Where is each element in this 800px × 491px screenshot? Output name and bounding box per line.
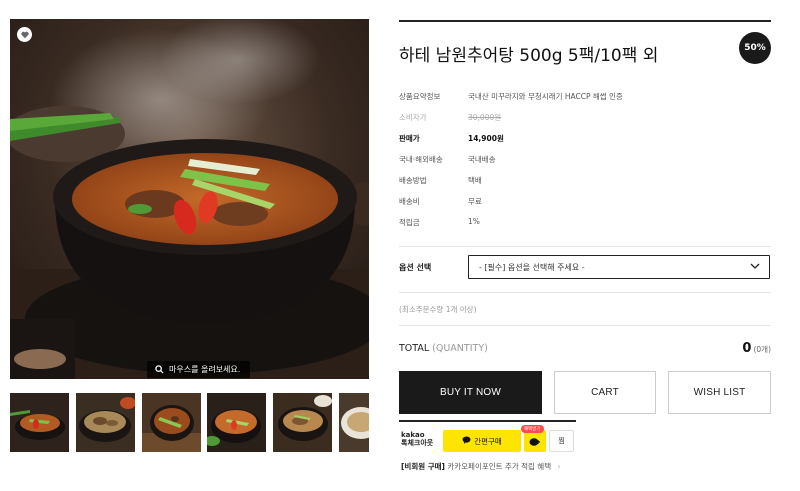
spec-label: 판매가: [399, 134, 420, 143]
chat-bubble-icon: [462, 436, 471, 446]
spec-label: 소비자가: [399, 113, 427, 122]
kakao-zzim-button[interactable]: 찜: [549, 430, 574, 452]
total-label-sub: (QUANTITY): [432, 343, 488, 354]
spec-value: 무료: [468, 197, 482, 206]
thumbnail-4[interactable]: [207, 393, 266, 452]
spec-value: 국내배송: [468, 155, 496, 164]
thumbnail-2[interactable]: [76, 393, 135, 452]
total-value: 0 (0개): [742, 341, 771, 356]
spec-row-shipping-fee: 배송비 무료: [399, 196, 771, 217]
spec-value: 국내산 미꾸라지와 무청시래기 HACCP 해썹 인증: [468, 92, 623, 101]
zoom-hint: 마우스를 올려보세요.: [147, 361, 251, 378]
total-label: TOTAL (QUANTITY): [399, 343, 488, 354]
main-product-image[interactable]: 마우스를 올려보세요.: [10, 19, 369, 379]
kakao-checkout-logo: kakao 톡체크아웃: [401, 431, 433, 447]
product-info: 하테 남원추어탕 500g 5팩/10팩 외 50% 상품요약정보 국내산 미꾸…: [399, 20, 771, 471]
kakao-pay-label: 간편구매: [474, 436, 502, 446]
sale-price: 14,900원: [468, 134, 504, 143]
benefit-badge: 혜택받기: [521, 425, 544, 433]
option-label: 옵션 선택: [399, 263, 432, 272]
kakao-logo-line2: 톡체크아웃: [401, 439, 434, 447]
kakao-checkout: kakao 톡체크아웃 간편구매 혜택받기 찜: [399, 420, 576, 454]
divider: [399, 246, 771, 247]
spec-label: 국내·해외배송: [399, 155, 443, 164]
thumbnail-strip: [10, 393, 369, 452]
thumbnail-3[interactable]: [142, 393, 201, 452]
wish-list-button[interactable]: WISH LIST: [668, 371, 771, 414]
discount-badge: 50%: [739, 32, 771, 64]
kakao-pay-button[interactable]: 간편구매: [443, 430, 521, 452]
product-spec-list: 상품요약정보 국내산 미꾸라지와 무청시래기 HACCP 해썹 인증 소비자가 …: [399, 91, 771, 238]
spec-row-shipping-method: 배송방법 택배: [399, 175, 771, 196]
stew-photo: [10, 19, 369, 379]
cart-button[interactable]: CART: [554, 371, 656, 414]
kakao-add-channel-button[interactable]: [524, 430, 546, 452]
heart-icon[interactable]: [17, 27, 32, 42]
chevron-right-icon: ›: [557, 462, 561, 471]
divider: [399, 325, 771, 326]
spec-row-shipping-region: 국내·해외배송 국내배송: [399, 154, 771, 175]
chat-plus-icon: [529, 432, 541, 451]
spec-row-points: 적립금 1%: [399, 217, 771, 238]
chevron-down-icon: [750, 263, 760, 272]
top-divider: [399, 20, 771, 22]
kakao-guest-note[interactable]: [비회원 구매] 카카오페이포인트 추가 적립 혜택 ›: [401, 461, 561, 472]
spec-label: 배송방법: [399, 176, 427, 185]
spec-row-consumer-price: 소비자가 30,000원: [399, 112, 771, 133]
spec-value: 택배: [468, 176, 482, 185]
thumbnail-1[interactable]: [10, 393, 69, 452]
thumbnail-6[interactable]: [339, 393, 369, 452]
kakao-note-text: 카카오페이포인트 추가 적립 혜택: [447, 462, 552, 471]
spec-label: 상품요약정보: [399, 92, 441, 101]
total-quantity: (0개): [753, 345, 771, 354]
thumbnail-5[interactable]: [273, 393, 332, 452]
zoom-hint-text: 마우스를 올려보세요.: [169, 365, 241, 374]
spec-label: 배송비: [399, 197, 420, 206]
spec-label: 적립금: [399, 218, 420, 227]
spec-row-sale-price: 판매가 14,900원: [399, 133, 771, 154]
spec-value: 1%: [468, 217, 480, 226]
kakao-logo-line1: kakao: [401, 431, 425, 439]
product-title: 하테 남원추어탕 500g 5팩/10팩 외: [399, 46, 659, 66]
option-select[interactable]: - [필수] 옵션을 선택해 주세요 -: [468, 255, 770, 279]
min-order-note: (최소주문수량 1개 이상): [399, 305, 477, 314]
total-amount: 0: [742, 341, 752, 356]
buy-now-button[interactable]: BUY IT NOW: [399, 371, 542, 414]
total-label-text: TOTAL: [399, 343, 430, 354]
magnifier-icon: [155, 365, 164, 374]
divider: [399, 292, 771, 293]
kakao-note-tag: [비회원 구매]: [401, 462, 445, 471]
spec-row-summary: 상품요약정보 국내산 미꾸라지와 무청시래기 HACCP 해썹 인증: [399, 91, 771, 112]
option-select-value: - [필수] 옵션을 선택해 주세요 -: [479, 262, 585, 272]
original-price: 30,000원: [468, 113, 502, 122]
